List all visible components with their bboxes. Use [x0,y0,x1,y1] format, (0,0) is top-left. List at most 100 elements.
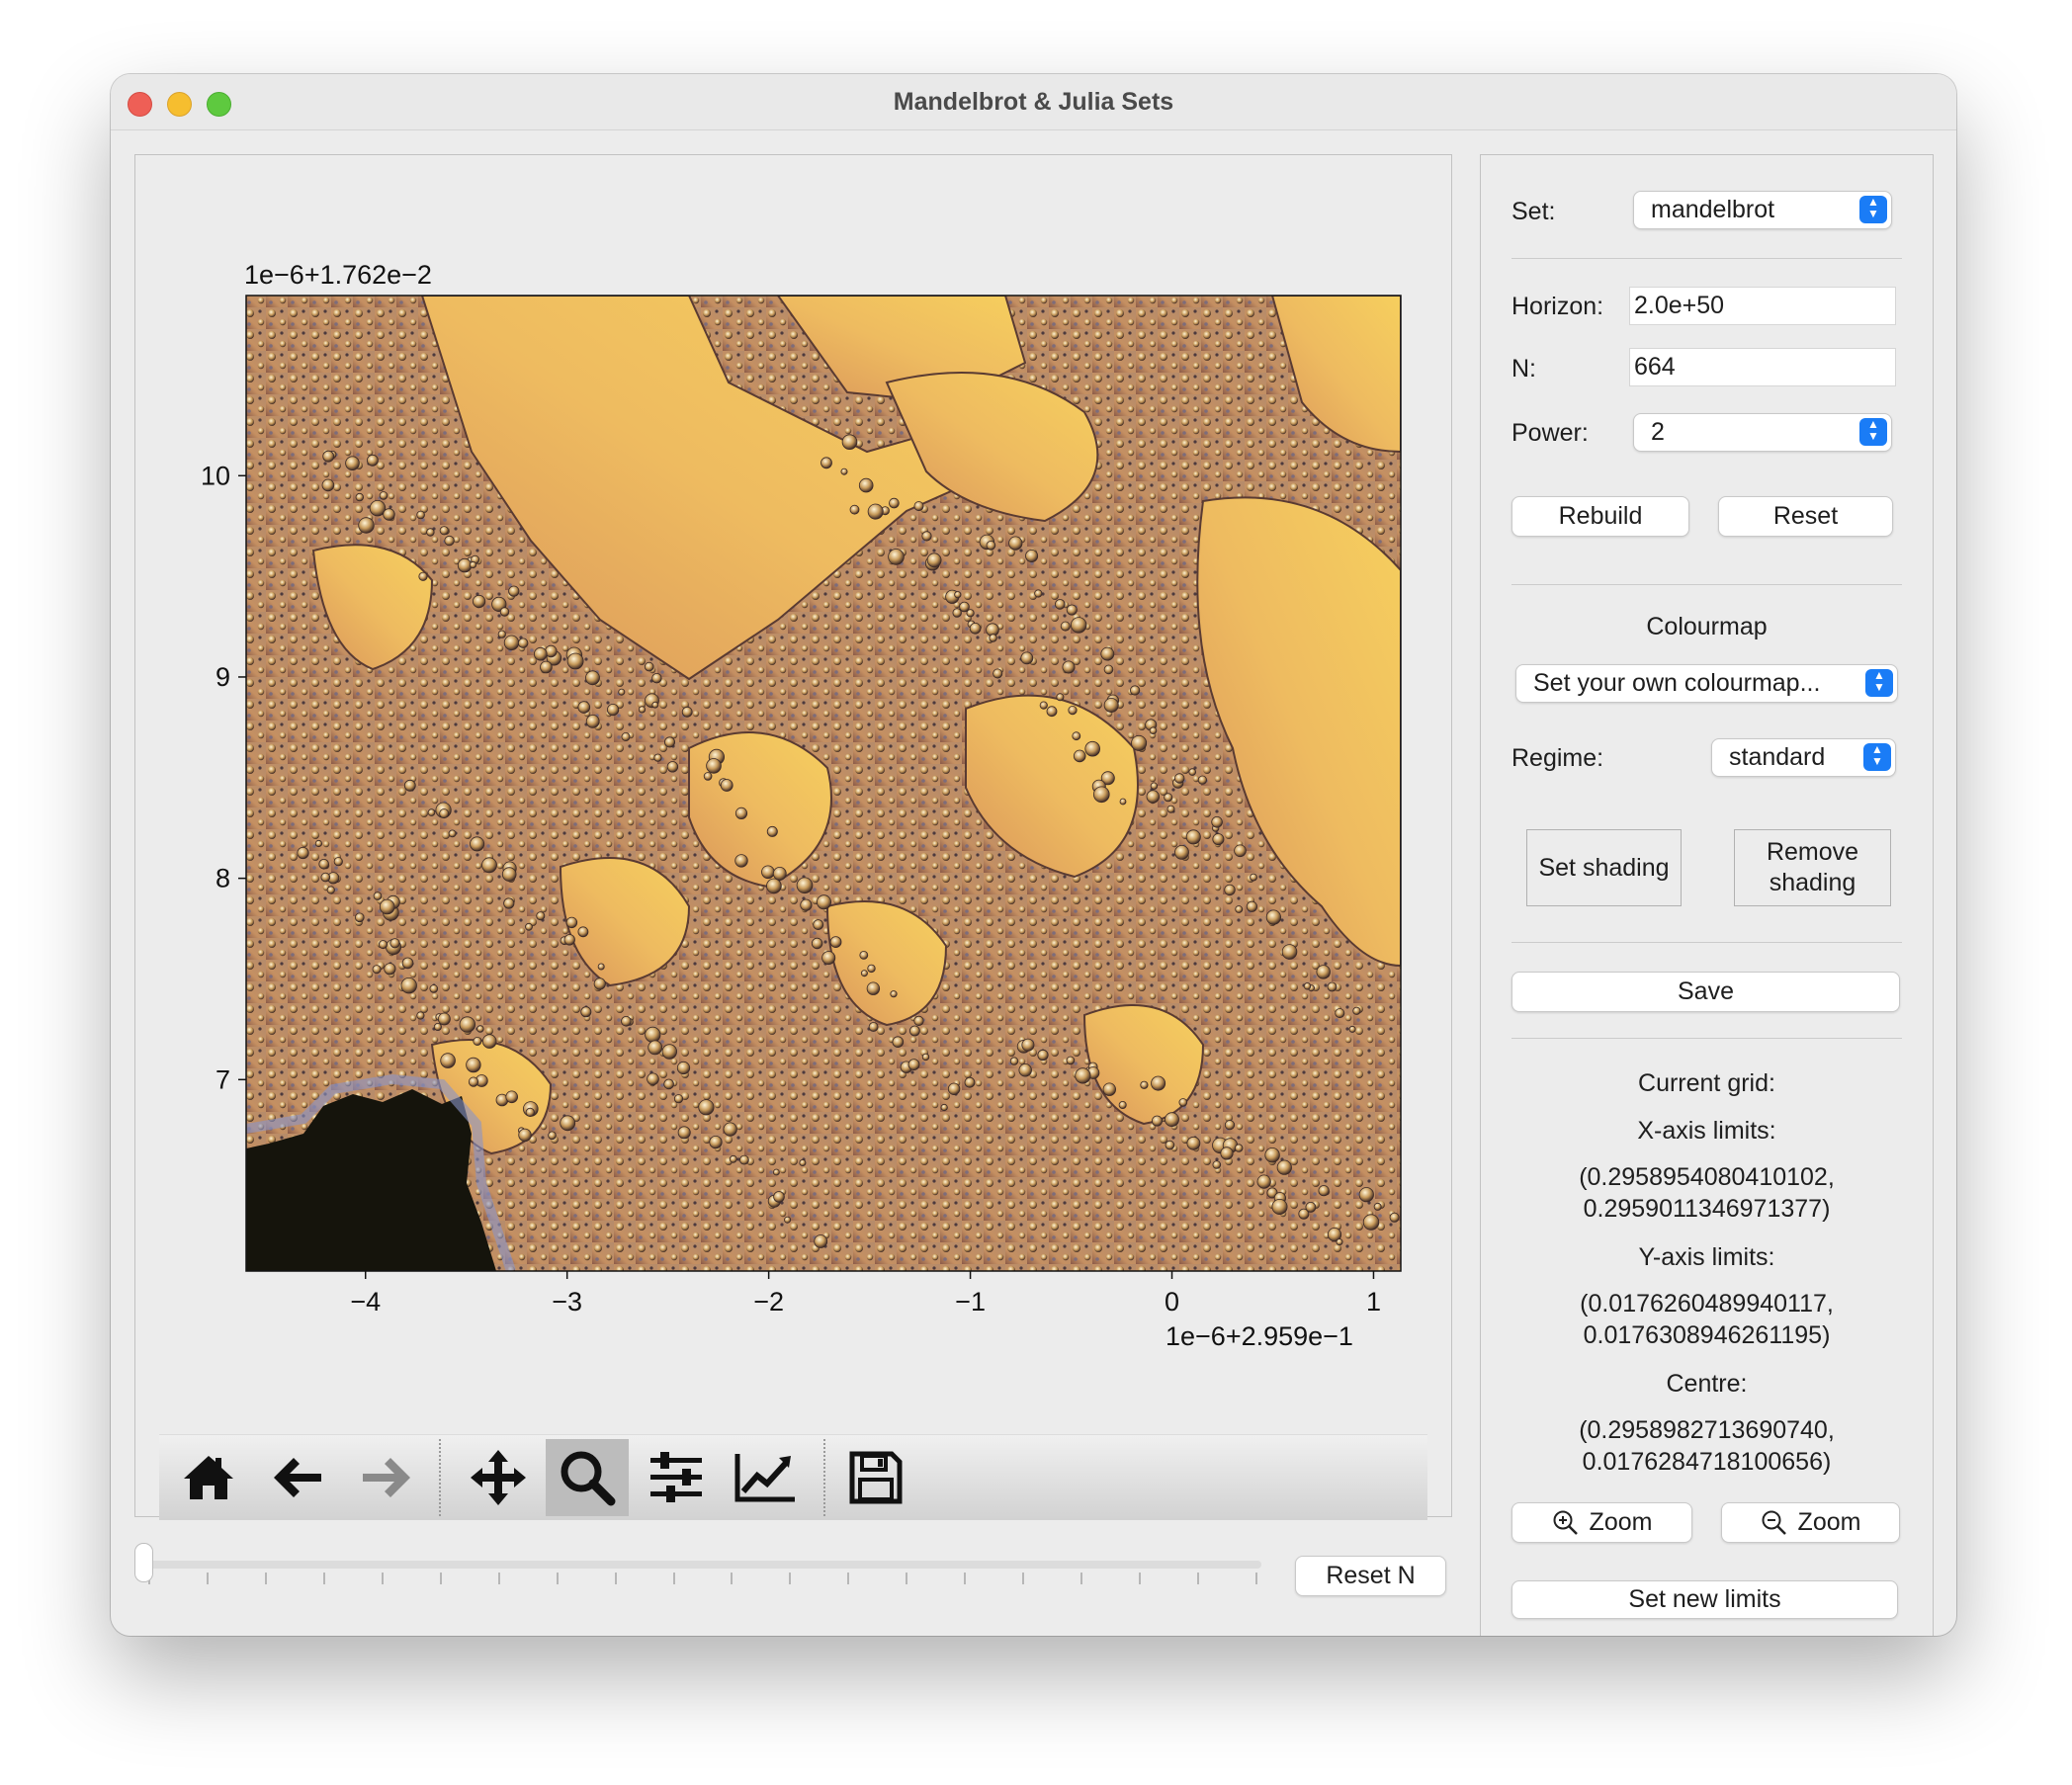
fractal-bulb [651,701,659,709]
home-button[interactable] [167,1439,250,1516]
horizon-input[interactable]: 2.0e+50 [1629,287,1896,325]
power-select-value: 2 [1651,418,1665,446]
fractal-bulb [889,497,900,509]
fractal-bulb [466,1057,481,1073]
set-new-limits-button[interactable]: Set new limits [1511,1580,1898,1619]
fractal-bulb [540,660,553,674]
rebuild-button[interactable]: Rebuild [1511,496,1689,537]
slider-tick [1139,1572,1142,1584]
remove-shading-button[interactable]: Remove shading [1734,829,1891,906]
fractal-bulb [1348,1025,1356,1033]
slider-tick [439,1572,442,1584]
fractal-bulb [966,609,975,618]
fractal-bulb [663,1078,674,1090]
fractal-bulb [1173,773,1185,784]
reset-button[interactable]: Reset [1718,496,1893,537]
fractal-bulb [372,965,382,975]
fractal-bulb [1034,589,1043,598]
fractal-bulb [508,585,520,597]
chevron-updown-icon: ▲ ▼ [1859,196,1887,223]
fractal-bulb [940,1103,948,1112]
toolbar-separator [823,1439,825,1516]
power-select[interactable]: 2 ▲ ▼ [1633,413,1892,452]
zoom-button[interactable] [546,1439,629,1516]
zoom-in-button[interactable]: Zoom [1511,1502,1692,1543]
fractal-bulb [503,897,515,909]
fractal-bulb [664,736,676,748]
fractal-bulb [1220,1147,1234,1160]
fractal-bulb [577,926,589,938]
fractal-bulb [644,661,654,672]
fractal-bulb [481,857,497,874]
fractal-bulb [860,970,868,978]
slider-handle[interactable] [134,1543,153,1582]
fractal-bulb [784,1216,792,1224]
fractal-bulb [459,1016,476,1033]
y-tick-label: 7 [216,1064,230,1094]
regime-select[interactable]: standard ▲ ▼ [1711,738,1896,777]
zoom-out-button[interactable]: Zoom [1721,1502,1900,1543]
colourmap-select-value: Set your own colourmap... [1533,669,1821,697]
reset-n-button[interactable]: Reset N [1295,1556,1446,1596]
fractal-bulb [1250,873,1257,882]
fractal-bulb [400,978,417,994]
fractal-bulb [1276,1159,1292,1175]
set-select[interactable]: mandelbrot ▲ ▼ [1633,191,1892,229]
fractal-bulb [606,703,620,717]
x-limits-value-line2: 0.2959011346971377) [1583,1195,1831,1223]
save-figure-button[interactable] [834,1439,917,1516]
power-label: Power: [1511,419,1589,447]
fractal-bulb [1018,1063,1032,1077]
fractal-bulb [800,898,813,911]
fractal-bulb [297,846,309,860]
fractal-bulb [1358,1187,1374,1203]
fractal-bulb [379,491,388,500]
fractal-bulb [1316,965,1331,979]
magnifier-icon [561,1451,616,1506]
fractal-image[interactable] [246,296,1401,1271]
slider-tick [1197,1572,1200,1584]
fractal-bulb [1021,1038,1035,1052]
fractal-bulb [890,990,898,998]
fractal-bulb [1211,815,1223,828]
fractal-bulb [866,981,881,995]
configure-subplots-button[interactable] [635,1439,718,1516]
fractal-bulb [829,936,842,948]
fractal-bulb [969,622,982,635]
fractal-bulb [909,1025,920,1037]
n-slider[interactable] [134,1543,1261,1592]
pan-button[interactable] [457,1439,540,1516]
regime-select-value: standard [1729,743,1826,771]
back-button[interactable] [256,1439,339,1516]
toolbar-separator [439,1439,441,1516]
forward-button[interactable] [345,1439,428,1516]
fractal-bulb [1084,740,1100,757]
figure-canvas[interactable]: −4 −3 −2 −1 0 1 10 9 8 7 [135,155,1451,1430]
fractal-bulb [651,673,662,684]
fractal-bulb [1068,705,1078,716]
fractal-bulb [1303,982,1312,990]
fractal-bulb [1020,651,1034,665]
fractal-bulb [548,1131,557,1141]
fractal-bulb [1073,749,1086,763]
colourmap-select[interactable]: Set your own colourmap... ▲ ▼ [1515,664,1898,703]
fractal-bulb [469,560,477,569]
fractal-bulb [1185,829,1201,845]
fractal-bulb [1197,775,1208,785]
n-input[interactable]: 664 [1629,348,1896,386]
slider-tick [614,1572,617,1584]
save-button[interactable]: Save [1511,972,1900,1012]
fractal-bulb [648,1040,663,1056]
slider-tick [672,1572,675,1584]
fractal-bulb [1009,1057,1019,1065]
set-shading-button[interactable]: Set shading [1526,829,1682,906]
fractal-bulb [1188,768,1196,776]
fractal-bulb [653,753,662,762]
edit-axis-button[interactable] [724,1439,807,1516]
slider-tick [847,1572,850,1584]
fractal-bulb [681,706,693,718]
fractal-bulb [772,867,787,881]
fractal-bulb [580,1006,592,1018]
x-limits-label: X-axis limits: [1637,1117,1776,1145]
centre-value-line1: (0.2958982713690740, [1579,1416,1835,1444]
